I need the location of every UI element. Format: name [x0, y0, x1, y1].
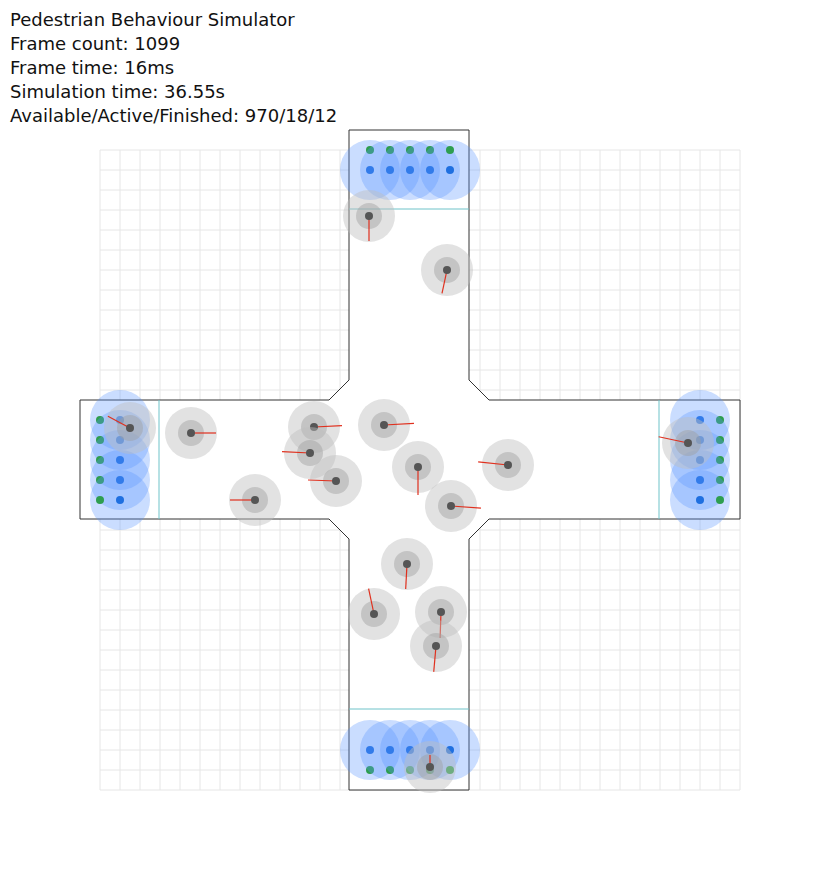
stat-line: Frame time: 16ms	[10, 56, 838, 80]
pedestrian	[410, 620, 462, 672]
pedestrian	[229, 474, 281, 526]
info-panel: Pedestrian Behaviour SimulatorFrame coun…	[0, 0, 838, 128]
pedestrian	[404, 741, 456, 793]
pedestrian	[165, 407, 217, 459]
simulation-canvas	[0, 0, 838, 883]
pedestrian	[425, 480, 481, 532]
pedestrian	[104, 402, 156, 454]
pedestrian	[421, 244, 473, 296]
stat-line: Available/Active/Finished: 970/18/12	[10, 104, 838, 128]
stat-line: Frame count: 1099	[10, 32, 838, 56]
pedestrian	[348, 588, 400, 640]
target-lines	[159, 209, 659, 709]
pedestrian	[308, 455, 362, 507]
spawn-point	[420, 140, 480, 200]
spawn-point	[670, 470, 730, 530]
pedestrian	[478, 439, 534, 491]
walkway	[80, 130, 740, 790]
spawn-point	[90, 470, 150, 530]
pedestrian	[659, 417, 714, 469]
simulator-screen: Pedestrian Behaviour SimulatorFrame coun…	[0, 0, 838, 883]
pedestrian	[343, 190, 395, 242]
stat-line: Simulation time: 36.55s	[10, 80, 838, 104]
pedestrian	[381, 538, 433, 590]
pedestrian	[358, 399, 414, 451]
app-title: Pedestrian Behaviour Simulator	[10, 8, 838, 32]
